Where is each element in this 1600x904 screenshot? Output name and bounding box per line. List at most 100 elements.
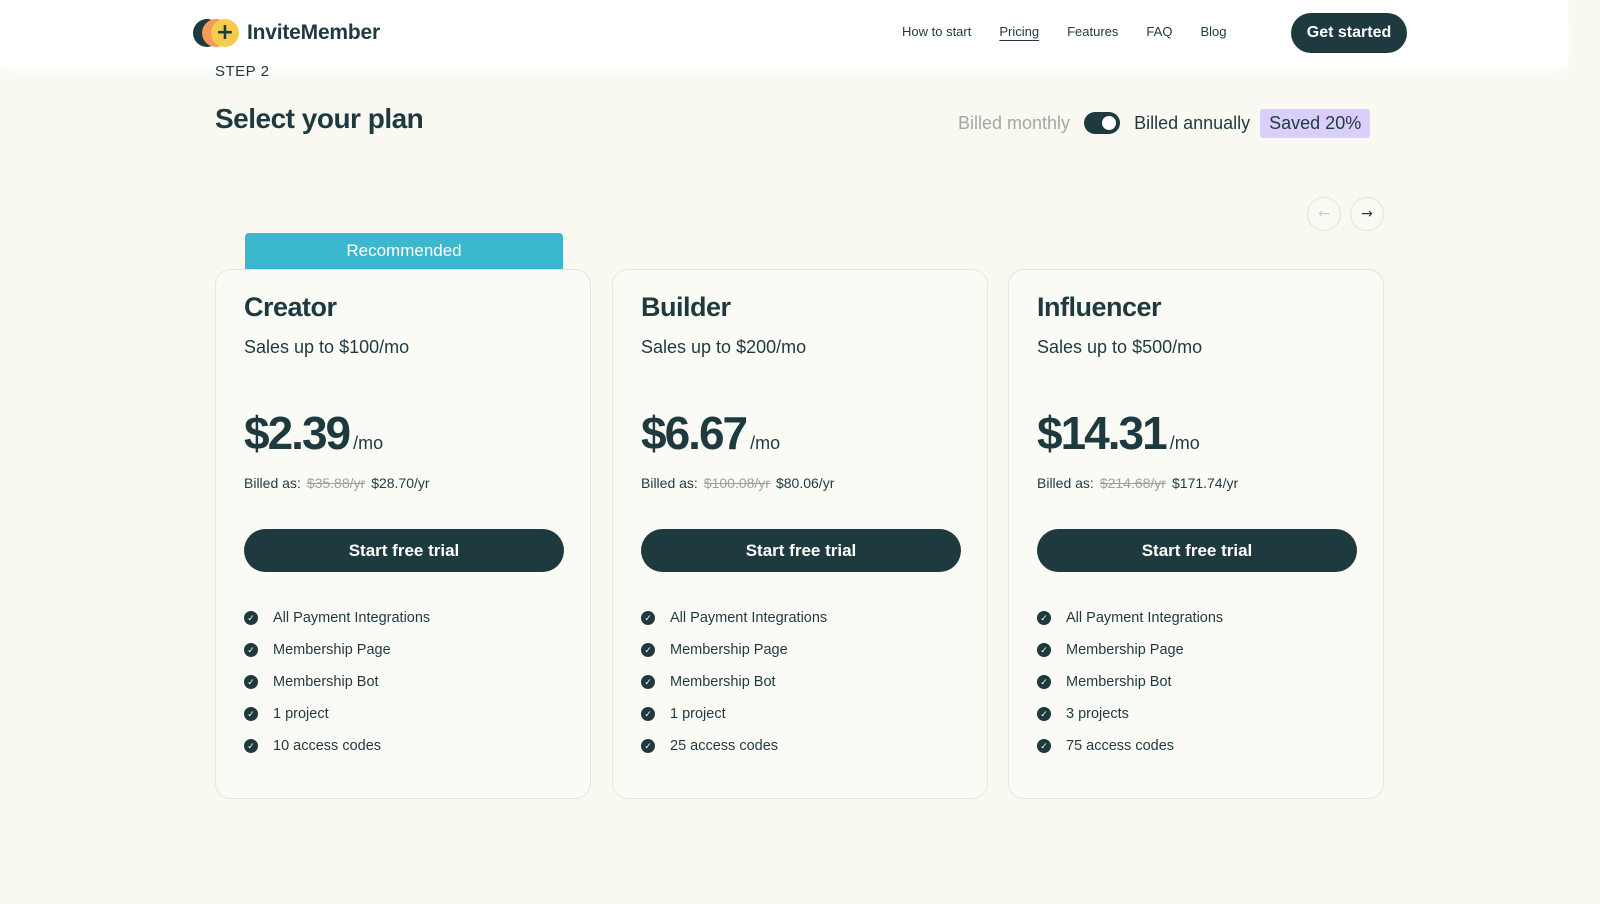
check-icon: ✓ (641, 643, 655, 657)
feature-label: All Payment Integrations (1066, 610, 1224, 626)
nav-link-faq[interactable]: FAQ (1146, 24, 1172, 39)
carousel-next-button[interactable]: → (1350, 197, 1384, 231)
feature-label: All Payment Integrations (670, 610, 828, 626)
new-price: $28.70/yr (371, 475, 430, 491)
old-price: $214.68/yr (1099, 475, 1166, 491)
feature-item: ✓ Membership Bot (641, 666, 827, 698)
billed-as: Billed as: $100.08/yr $80.06/yr (641, 475, 834, 491)
feature-item: ✓ All Payment Integrations (1037, 602, 1223, 634)
check-icon: ✓ (1037, 707, 1051, 721)
feature-item: ✓ 75 access codes (1037, 730, 1223, 762)
check-icon: ✓ (641, 739, 655, 753)
check-icon: ✓ (641, 675, 655, 689)
price-period: /mo (353, 433, 384, 453)
new-price: $80.06/yr (775, 475, 835, 491)
feature-item: ✓ Membership Page (244, 634, 430, 666)
start-free-trial-button[interactable]: Start free trial (244, 529, 564, 572)
billed-as: Billed as: $35.88/yr $28.70/yr (244, 475, 430, 491)
check-icon: ✓ (244, 611, 258, 625)
top-navbar: + InviteMember How to start Pricing Feat… (0, 0, 1568, 66)
check-icon: ✓ (641, 707, 655, 721)
feature-label: Membership Page (1066, 642, 1184, 658)
feature-list: ✓ All Payment Integrations ✓ Membership Pa… (244, 602, 430, 762)
logo-icon: + (193, 17, 245, 49)
carousel-prev-button[interactable]: ← (1307, 197, 1341, 231)
logo-text: InviteMember (247, 21, 380, 44)
check-icon: ✓ (1037, 675, 1051, 689)
feature-label: All Payment Integrations (273, 610, 431, 626)
feature-item: ✓ All Payment Integrations (244, 602, 430, 634)
arrow-right-icon: → (1361, 206, 1373, 222)
feature-item: ✓ 3 projects (1037, 698, 1223, 730)
page-title: Select your plan (215, 103, 424, 134)
feature-item: ✓ Membership Bot (1037, 666, 1223, 698)
plan-subtitle: Sales up to $100/mo (244, 337, 410, 357)
check-icon: ✓ (1037, 643, 1051, 657)
nav-link-features[interactable]: Features (1067, 24, 1118, 39)
feature-label: Membership Bot (670, 674, 776, 690)
feature-item: ✓ Membership Bot (244, 666, 430, 698)
recommended-badge: Recommended (245, 233, 563, 269)
feature-list: ✓ All Payment Integrations ✓ Membership Pa… (1037, 602, 1223, 762)
plan-price: $14.31 (1037, 407, 1168, 459)
billing-toggle[interactable] (1084, 112, 1121, 134)
nav-link-how-to-start[interactable]: How to start (902, 24, 971, 39)
feature-list: ✓ All Payment Integrations ✓ Membership Pa… (641, 602, 827, 762)
billed-annually-label[interactable]: Billed annually (1134, 113, 1250, 134)
old-price: $100.08/yr (703, 475, 770, 491)
logo[interactable]: + InviteMember (193, 17, 380, 49)
price-row: $2.39 /mo (244, 406, 383, 460)
check-icon: ✓ (244, 675, 258, 689)
plan-subtitle: Sales up to $500/mo (1037, 337, 1203, 357)
feature-item: ✓ 10 access codes (244, 730, 430, 762)
feature-label: Membership Bot (1066, 674, 1172, 690)
feature-item: ✓ Membership Page (1037, 634, 1223, 666)
price-row: $6.67 /mo (641, 406, 780, 460)
check-icon: ✓ (1037, 611, 1051, 625)
feature-label: 3 projects (1066, 706, 1129, 722)
plan-subtitle: Sales up to $200/mo (641, 337, 807, 357)
old-price: $35.88/yr (306, 475, 366, 491)
feature-label: 75 access codes (1066, 738, 1175, 754)
nav-link-blog[interactable]: Blog (1200, 24, 1226, 39)
start-free-trial-button[interactable]: Start free trial (641, 529, 961, 572)
toggle-knob (1102, 116, 1117, 130)
price-period: /mo (1169, 433, 1200, 453)
feature-item: ✓ 1 project (244, 698, 430, 730)
billed-label: Billed as: (1037, 475, 1094, 491)
billed-monthly-label[interactable]: Billed monthly (958, 113, 1070, 134)
feature-item: ✓ 25 access codes (641, 730, 827, 762)
plan-name: Builder (641, 292, 731, 322)
saved-badge: Saved 20% (1260, 108, 1371, 138)
feature-item: ✓ 1 project (641, 698, 827, 730)
main-nav: How to start Pricing Features FAQ Blog (902, 24, 1226, 39)
plan-name: Influencer (1037, 292, 1162, 322)
billing-toggle-group: Billed monthly Billed annually Saved 20% (958, 107, 1371, 139)
feature-label: Membership Bot (273, 674, 379, 690)
plan-name: Creator (244, 292, 337, 322)
price-row: $14.31 /mo (1037, 406, 1200, 460)
new-price: $171.74/yr (1171, 475, 1239, 491)
check-icon: ✓ (244, 739, 258, 753)
plan-price: $6.67 (641, 407, 748, 459)
step-label: STEP 2 (215, 63, 270, 80)
plan-price: $2.39 (244, 407, 351, 459)
price-period: /mo (750, 433, 781, 453)
feature-label: Membership Page (670, 642, 788, 658)
nav-link-pricing[interactable]: Pricing (999, 24, 1039, 39)
check-icon: ✓ (641, 611, 655, 625)
arrow-left-icon: ← (1318, 206, 1330, 222)
plan-card-builder: Builder Sales up to $200/mo $6.67 /mo Bi… (612, 269, 988, 799)
get-started-button[interactable]: Get started (1291, 13, 1407, 53)
start-free-trial-button[interactable]: Start free trial (1037, 529, 1357, 572)
plan-card-influencer: Influencer Sales up to $500/mo $14.31 /m… (1008, 269, 1384, 799)
feature-label: 25 access codes (670, 738, 779, 754)
check-icon: ✓ (244, 707, 258, 721)
feature-label: Membership Page (273, 642, 391, 658)
feature-item: ✓ All Payment Integrations (641, 602, 827, 634)
feature-label: 10 access codes (273, 738, 382, 754)
feature-item: ✓ Membership Page (641, 634, 827, 666)
feature-label: 1 project (670, 706, 726, 722)
billed-label: Billed as: (244, 475, 301, 491)
check-icon: ✓ (244, 643, 258, 657)
